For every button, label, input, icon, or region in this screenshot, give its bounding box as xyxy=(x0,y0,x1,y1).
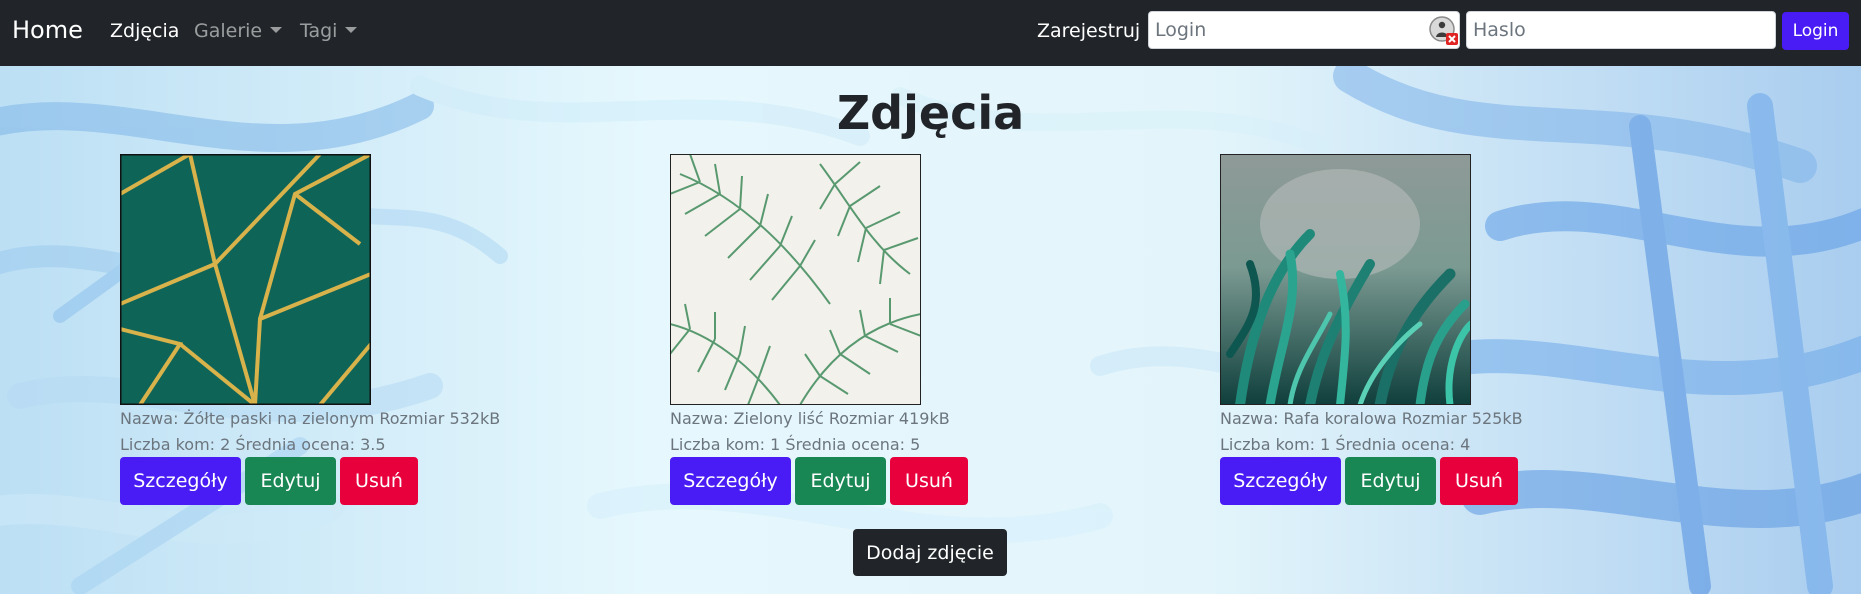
delete-button[interactable]: Usuń xyxy=(1440,457,1518,505)
nav-item-tagi-label: Tagi xyxy=(300,20,338,42)
photo-thumbnail[interactable] xyxy=(670,154,921,405)
photo-name-size: Nazwa: Zielony liść Rozmiar 419kB xyxy=(670,409,950,428)
nav-item-galerie[interactable]: Galerie xyxy=(194,20,283,42)
add-photo-button[interactable]: Dodaj zdjęcie xyxy=(853,529,1007,576)
details-button[interactable]: Szczegóły xyxy=(670,457,791,505)
photo-thumbnail[interactable] xyxy=(1220,154,1471,405)
edit-button[interactable]: Edytuj xyxy=(245,457,336,505)
register-link[interactable]: Zarejestruj xyxy=(1037,20,1140,42)
navbar-brand-home[interactable]: Home xyxy=(12,16,83,44)
photo-stats: Liczba kom: 1 Średnia ocena: 4 xyxy=(1220,435,1471,454)
navbar: Home Zdjęcia Galerie Tagi Zarejestruj Lo… xyxy=(0,0,1861,66)
photo-name-size: Nazwa: Rafa koralowa Rozmiar 525kB xyxy=(1220,409,1523,428)
photo-stats: Liczba kom: 2 Średnia ocena: 3.5 xyxy=(120,435,386,454)
password-input[interactable] xyxy=(1466,11,1776,49)
photo-stats: Liczba kom: 1 Średnia ocena: 5 xyxy=(670,435,921,454)
edit-button[interactable]: Edytuj xyxy=(795,457,886,505)
chevron-down-icon xyxy=(345,27,358,33)
nav-item-galerie-label: Galerie xyxy=(194,20,263,42)
details-button[interactable]: Szczegóły xyxy=(120,457,241,505)
login-input[interactable] xyxy=(1148,11,1460,49)
page-title: Zdjęcia xyxy=(836,86,1025,140)
photo-name-size: Nazwa: Żółte paski na zielonym Rozmiar 5… xyxy=(120,409,501,428)
nav-item-tagi[interactable]: Tagi xyxy=(300,20,358,42)
details-button[interactable]: Szczegóły xyxy=(1220,457,1341,505)
nav-item-zdjecia[interactable]: Zdjęcia xyxy=(110,20,179,42)
chevron-down-icon xyxy=(270,27,283,33)
photo-thumbnail[interactable] xyxy=(120,154,371,405)
delete-button[interactable]: Usuń xyxy=(340,457,418,505)
delete-button[interactable]: Usuń xyxy=(890,457,968,505)
edit-button[interactable]: Edytuj xyxy=(1345,457,1436,505)
password-manager-icon[interactable] xyxy=(1429,16,1459,46)
login-button[interactable]: Login xyxy=(1782,12,1849,50)
